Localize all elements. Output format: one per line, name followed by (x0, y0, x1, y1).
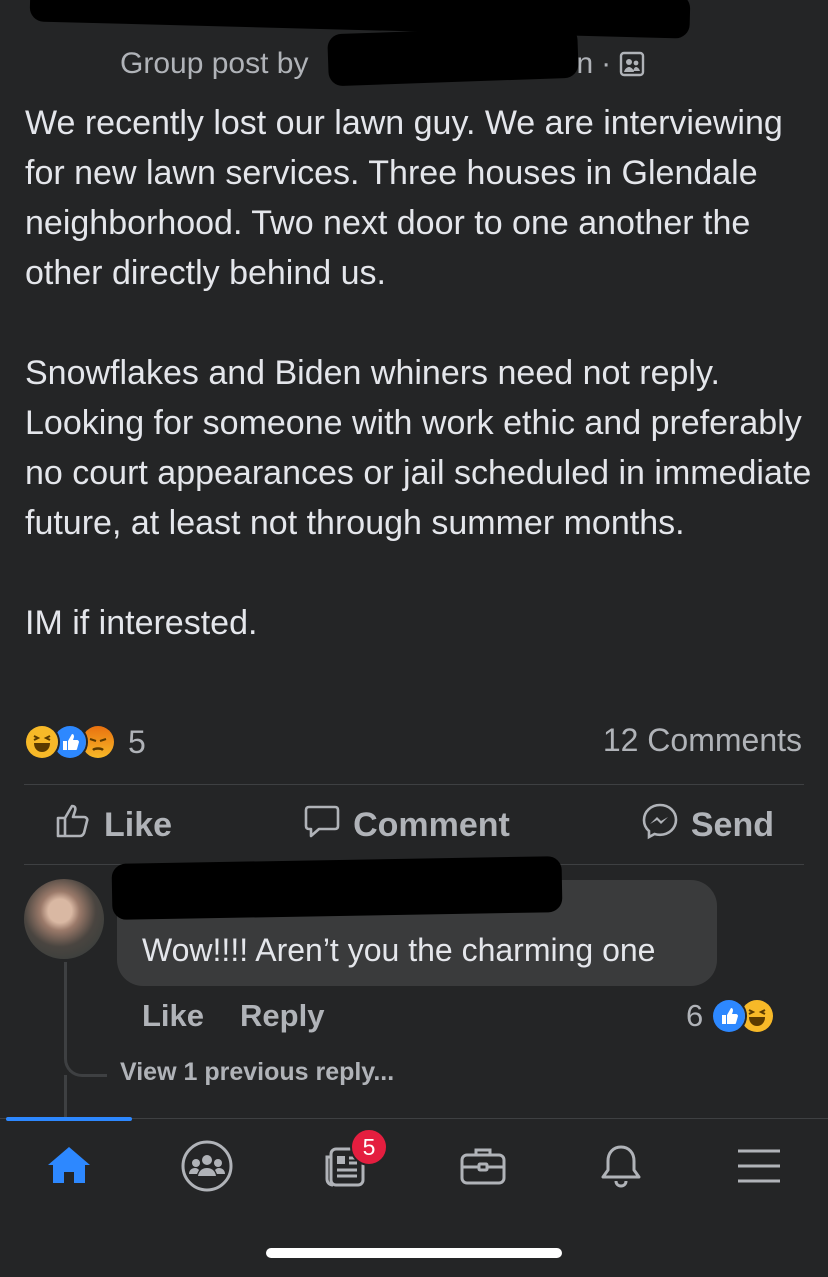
groups-icon (180, 1139, 234, 1198)
comment-button[interactable]: Comment (273, 802, 540, 849)
like-label: Like (104, 805, 173, 844)
post-body: We recently lost our lawn guy. We are in… (25, 104, 812, 642)
view-previous-replies-link[interactable]: View 1 previous reply... (120, 1058, 394, 1087)
post-reaction-count: 5 (128, 723, 146, 760)
tab-home[interactable] (34, 1141, 104, 1195)
comment-reaction-count: 6 (686, 998, 704, 1033)
tab-menu[interactable] (724, 1141, 794, 1195)
post-header-separator: · (601, 47, 612, 80)
comment-reactions[interactable]: 6 (686, 996, 776, 1036)
tab-marketplace[interactable] (448, 1141, 518, 1195)
commenter-avatar[interactable] (24, 879, 104, 959)
menu-icon (732, 1139, 786, 1198)
post-actions: Like Comment Send (24, 785, 804, 865)
home-icon (42, 1139, 96, 1198)
news-notification-badge: 5 (350, 1128, 388, 1166)
notifications-icon (594, 1139, 648, 1198)
comment-reply-button[interactable]: Reply (240, 998, 324, 1034)
marketplace-icon (456, 1139, 510, 1198)
comment-icon (303, 802, 341, 849)
send-button[interactable]: Send (611, 802, 804, 849)
redaction-commenter (111, 856, 563, 920)
group-privacy-icon (619, 51, 645, 77)
tab-notifications[interactable] (586, 1141, 656, 1195)
home-indicator[interactable] (266, 1248, 562, 1258)
like-button[interactable]: Like (24, 802, 202, 849)
messenger-icon (641, 802, 679, 849)
send-label: Send (690, 805, 774, 844)
active-tab-indicator (6, 1117, 132, 1121)
comments-count-link[interactable]: 12 Comments (603, 722, 802, 759)
haha-icon (24, 724, 60, 760)
tab-groups[interactable] (172, 1139, 242, 1198)
reply-thread-line (64, 962, 107, 1077)
thumbs-up-icon (54, 802, 92, 849)
post-header-author-fragment: n (576, 47, 594, 80)
comment-actions: Like Reply (142, 994, 324, 1038)
comment-label: Comment (353, 805, 510, 844)
comment-like-button[interactable]: Like (142, 998, 204, 1034)
post-reactions[interactable]: 5 (24, 722, 146, 762)
like-icon (711, 998, 748, 1034)
post-header: Group post by n · (120, 44, 645, 84)
comment-text: Wow!!!! Aren’t you the charming one (142, 932, 656, 968)
post-header-prefix: Group post by (120, 47, 309, 80)
